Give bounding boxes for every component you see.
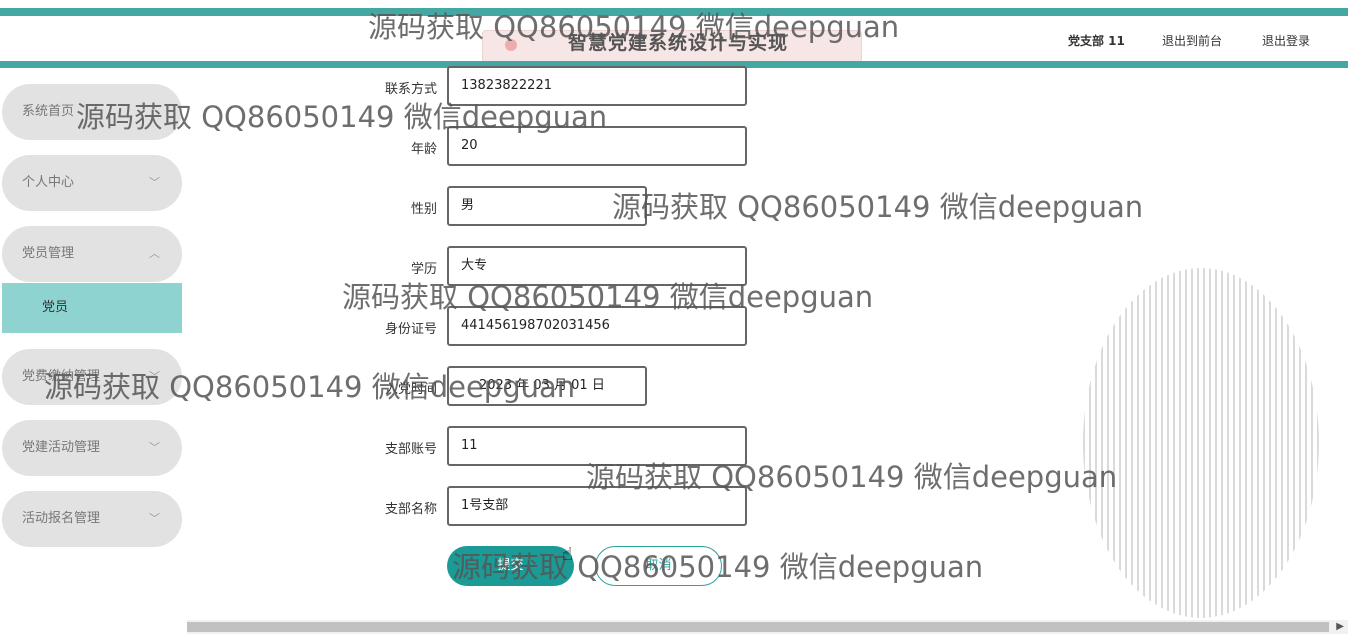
watermark: 源码获取 QQ86050149 微信deepguan (368, 10, 900, 44)
chevron-up-icon: ︿ (149, 247, 160, 260)
logout-link[interactable]: 退出登录 (1262, 32, 1310, 49)
horizontal-scrollbar[interactable]: ▶ (187, 620, 1348, 634)
sidebar-item-label: 党员管理 (22, 246, 75, 261)
sidebar-item-member-management[interactable]: 党员管理 ︿ (2, 226, 182, 282)
chevron-down-icon: ﹀ (149, 176, 160, 189)
watermark: 源码获取 QQ86050149 微信deepguan (342, 280, 874, 314)
current-user-label: 党支部 11 (1068, 34, 1125, 48)
decorative-stripes (1083, 268, 1319, 618)
scroll-right-arrow-icon[interactable]: ▶ (1336, 621, 1344, 632)
sidebar-item-label: 系统首页 (22, 104, 75, 119)
chevron-down-icon: ﹀ (149, 441, 160, 454)
sidebar-item-personal-center[interactable]: 个人中心 ﹀ (2, 155, 182, 211)
watermark: 源码获取 QQ86050149 微信deepguan (452, 550, 984, 584)
sidebar-item-signup-management[interactable]: 活动报名管理 ﹀ (2, 491, 182, 547)
sidebar-item-label: 活动报名管理 (22, 511, 101, 526)
sidebar-item-label: 党建活动管理 (22, 440, 101, 455)
sidebar: 系统首页 个人中心 ﹀ 党员管理 ︿ 党员 党费缴纳管理 ﹀ 党建活动管理 ﹀ … (0, 68, 187, 634)
scrollbar-thumb[interactable] (187, 622, 1329, 632)
watermark: 源码获取 QQ86050149 微信deepguan (76, 100, 608, 134)
sidebar-subitem-member[interactable]: 党员 (2, 283, 182, 333)
watermark: 源码获取 QQ86050149 微信deepguan (44, 370, 576, 404)
exit-to-front-link[interactable]: 退出到前台 (1162, 32, 1222, 49)
field-label-branch-name: 支部名称 (384, 502, 437, 517)
chevron-down-icon: ﹀ (149, 512, 160, 525)
field-label-gender: 性别 (410, 202, 437, 217)
watermark: 源码获取 QQ86050149 微信deepguan (612, 190, 1144, 224)
field-label-age: 年龄 (410, 142, 437, 157)
field-label-id-number: 身份证号 (384, 322, 437, 337)
field-label-branch-account: 支部账号 (384, 442, 437, 457)
hand-cursor-icon: ☝ (562, 544, 573, 565)
sidebar-item-activity-management[interactable]: 党建活动管理 ﹀ (2, 420, 182, 476)
sidebar-item-label: 个人中心 (22, 175, 75, 190)
watermark: 源码获取 QQ86050149 微信deepguan (586, 460, 1118, 494)
